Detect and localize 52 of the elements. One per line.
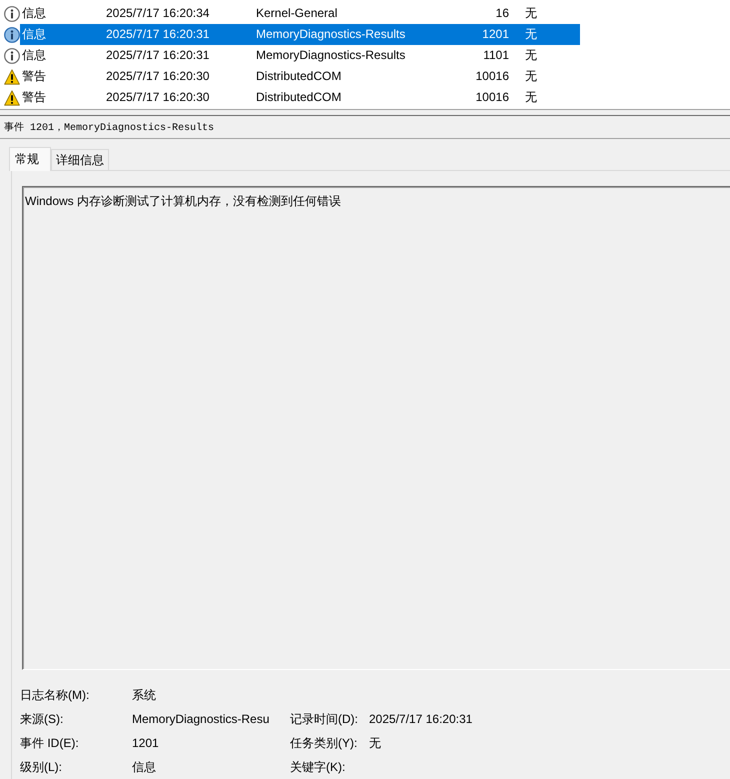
event-row[interactable]: 警告 2025/7/17 16:20:30 DistributedCOM 10016 无	[20, 66, 580, 87]
tab[interactable]: 常规	[9, 147, 51, 171]
field-label: 事件 ID(E):	[20, 734, 80, 752]
source-cell-text: DistributedCOM	[256, 89, 342, 106]
warning-icon	[4, 68, 20, 84]
date-time-cell-text: 2025/7/17 16:20:30	[106, 68, 210, 85]
date-time-cell-text: 2025/7/17 16:20:31	[106, 47, 210, 64]
info-icon	[4, 6, 20, 22]
field-value: 系统	[132, 686, 157, 704]
field-label: 日志名称(M):	[20, 686, 90, 704]
level-cell-text: 警告	[21, 68, 47, 85]
event-row[interactable]: 信息 2025/7/17 16:20:31 MemoryDiagnostics-Results 1101 无	[20, 45, 580, 66]
info-icon	[4, 48, 20, 64]
field-label: 关键字(K):	[290, 758, 346, 776]
field-label: 任务类别(Y):	[290, 734, 358, 752]
task-category-cell-text: 无	[524, 26, 537, 43]
field-label: 级别(L):	[20, 758, 63, 776]
field-label: 记录时间(D):	[290, 710, 359, 728]
task-category-cell-text: 无	[524, 47, 537, 64]
level-cell-text: 警告	[21, 89, 47, 106]
warning-icon	[4, 90, 20, 106]
field-value: 2025/7/17 16:20:31	[369, 712, 472, 726]
event-row[interactable]: 信息 2025/7/17 16:20:31 MemoryDiagnostics-Results 1201 无	[20, 24, 580, 45]
field-value: 无	[369, 734, 381, 752]
event-row[interactable]: 警告 2025/7/17 16:20:30 DistributedCOM 10016 无	[20, 87, 580, 108]
field-value: 信息	[132, 758, 157, 776]
task-category-cell-text: 无	[524, 68, 537, 85]
event-row[interactable]: 信息 2025/7/17 16:20:34 Kernel-General 16 无	[20, 3, 580, 24]
task-category-cell-text: 无	[524, 89, 537, 106]
date-time-cell-text: 2025/7/17 16:20:34	[106, 5, 210, 22]
info-icon	[4, 26, 20, 42]
source-cell-text: Kernel-General	[256, 5, 338, 22]
date-time-cell-text: 2025/7/17 16:20:31	[106, 26, 210, 43]
source-cell-text: DistributedCOM	[256, 68, 342, 85]
date-time-cell-text: 2025/7/17 16:20:30	[106, 89, 210, 106]
level-cell-text: 信息	[21, 47, 47, 64]
event-id-cell-text: 16	[494, 5, 510, 22]
event-id-cell-text: 1201	[481, 26, 510, 43]
level-cell-text: 信息	[21, 5, 47, 22]
event-id-cell-text: 10016	[474, 68, 510, 85]
field-value: 1201	[132, 736, 160, 750]
event-id-cell-text: 10016	[474, 89, 510, 106]
description-box[interactable]: Windows 内存诊断测试了计算机内存，没有检测到任何错误	[22, 186, 730, 670]
event-id-cell-text: 1101	[482, 47, 510, 64]
source-cell-text: MemoryDiagnostics-Results	[256, 47, 406, 64]
task-category-cell-text: 无	[524, 5, 537, 22]
field-value: MemoryDiagnostics-Resu	[132, 712, 270, 726]
level-cell-text: 信息	[21, 26, 47, 43]
event-title: 事件 1201，MemoryDiagnostics-Results	[4, 120, 214, 134]
tab[interactable]: 详细信息	[51, 149, 109, 170]
field-label: 来源(S):	[20, 710, 64, 728]
source-cell-text: MemoryDiagnostics-Results	[256, 26, 406, 43]
